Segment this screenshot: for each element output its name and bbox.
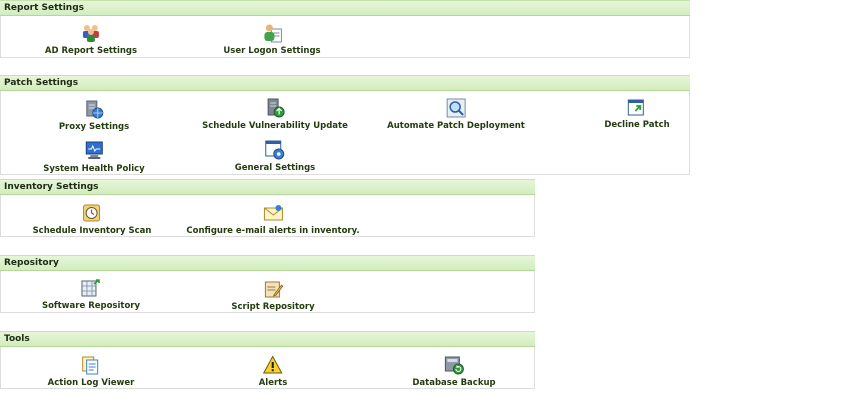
user-logon-settings-label: User Logon Settings <box>223 46 321 56</box>
schedule-inventory-scan-label: Schedule Inventory Scan <box>32 226 152 236</box>
proxy-settings-link[interactable]: Proxy Settings <box>59 99 129 132</box>
database-backup-icon <box>444 356 464 375</box>
clock-scan-icon <box>83 204 101 222</box>
server-globe-icon <box>86 100 104 119</box>
script-repository-link[interactable]: Script Repository <box>231 279 315 312</box>
people-group-icon <box>82 25 99 42</box>
system-health-policy-label: System Health Policy <box>43 164 145 174</box>
proxy-settings-label: Proxy Settings <box>58 122 130 132</box>
inventory-settings-body: Schedule Inventory Scan Configure e-mail… <box>0 195 535 237</box>
tools-header: Tools <box>0 331 535 347</box>
action-log-viewer-link[interactable]: Action Log Viewer <box>47 355 135 388</box>
repository-section: Repository Software Repository Script Re… <box>0 255 535 313</box>
alerts-label: Alerts <box>258 378 288 388</box>
warning-icon <box>263 355 283 374</box>
patch-settings-header: Patch Settings <box>0 75 690 91</box>
configure-email-alerts-label: Configure e-mail alerts in inventory. <box>186 226 360 236</box>
decline-patch-link[interactable]: Decline Patch <box>604 97 670 130</box>
decline-patch-label: Decline Patch <box>604 120 670 130</box>
user-logon-settings-link[interactable]: User Logon Settings <box>223 23 321 56</box>
grid-arrow-icon <box>81 279 100 297</box>
window-gear-icon <box>265 140 285 160</box>
envelope-icon <box>263 205 283 221</box>
report-settings-section: Report Settings AD Report Settings User … <box>0 0 690 58</box>
schedule-vulnerability-update-label: Schedule Vulnerability Update <box>202 121 348 131</box>
report-settings-header: Report Settings <box>0 0 690 16</box>
server-update-icon <box>267 98 285 118</box>
configure-email-alerts-link[interactable]: Configure e-mail alerts in inventory. <box>186 203 360 236</box>
action-log-viewer-label: Action Log Viewer <box>47 378 135 388</box>
script-repository-label: Script Repository <box>231 302 315 312</box>
tools-body: Action Log Viewer Alerts Database Backup <box>0 347 535 389</box>
window-arrow-icon <box>627 99 644 116</box>
automate-patch-deployment-label: Automate Patch Deployment <box>387 121 525 131</box>
system-health-policy-link[interactable]: System Health Policy <box>43 141 145 174</box>
script-pencil-icon <box>264 281 283 298</box>
inventory-settings-section: Inventory Settings Schedule Inventory Sc… <box>0 179 535 237</box>
tools-section: Tools Action Log Viewer Alerts Database … <box>0 331 535 389</box>
ad-report-settings-label: AD Report Settings <box>44 46 138 56</box>
database-backup-link[interactable]: Database Backup <box>412 355 496 388</box>
report-settings-body: AD Report Settings User Logon Settings <box>0 16 690 58</box>
automate-patch-deployment-link[interactable]: Automate Patch Deployment <box>387 98 525 131</box>
alerts-link[interactable]: Alerts <box>258 355 288 388</box>
software-repository-link[interactable]: Software Repository <box>42 278 140 311</box>
user-document-icon <box>263 24 282 43</box>
schedule-inventory-scan-link[interactable]: Schedule Inventory Scan <box>32 203 152 236</box>
inventory-settings-header: Inventory Settings <box>0 179 535 195</box>
software-repository-label: Software Repository <box>41 301 141 311</box>
patch-settings-section: Patch Settings Proxy Settings Schedule V… <box>0 75 690 175</box>
log-documents-icon <box>82 356 99 375</box>
general-settings-label: General Settings <box>234 163 316 173</box>
database-backup-label: Database Backup <box>412 378 496 388</box>
magnifier-icon <box>446 98 466 118</box>
repository-body: Software Repository Script Repository <box>0 271 535 313</box>
patch-settings-body: Proxy Settings Schedule Vulnerability Up… <box>0 91 690 175</box>
monitor-health-icon <box>85 141 103 159</box>
schedule-vulnerability-update-link[interactable]: Schedule Vulnerability Update <box>202 98 348 131</box>
ad-report-settings-link[interactable]: AD Report Settings <box>45 23 137 56</box>
repository-header: Repository <box>0 255 535 271</box>
general-settings-link[interactable]: General Settings <box>235 140 315 173</box>
